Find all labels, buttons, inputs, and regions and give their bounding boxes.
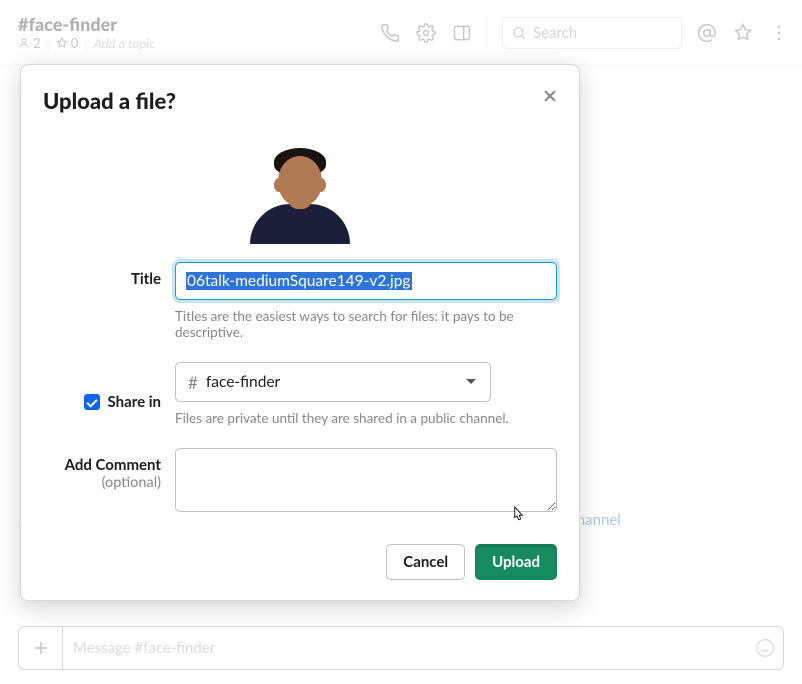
title-input[interactable]: 06talk-mediumSquare149-v2.jpg <box>175 262 557 300</box>
comment-optional-text: (optional) <box>43 474 161 491</box>
upload-button[interactable]: Upload <box>475 544 557 580</box>
comment-textarea[interactable] <box>175 448 557 512</box>
chevron-down-icon <box>466 379 476 384</box>
title-helper-text: Titles are the easiest ways to search fo… <box>175 308 557 340</box>
dialog-title: Upload a file? <box>43 87 557 114</box>
share-channel-select[interactable]: # face-finder <box>175 362 491 402</box>
comment-label-text: Add Comment <box>65 456 161 474</box>
preview-thumbnail <box>250 144 350 244</box>
share-checkbox[interactable] <box>84 394 100 410</box>
share-helper-text: Files are private until they are shared … <box>175 410 557 426</box>
close-button[interactable] <box>537 83 563 109</box>
title-label: Title <box>43 262 175 356</box>
upload-file-dialog: Upload a file? Title 06talk-mediumSquare… <box>20 64 580 601</box>
dialog-footer: Cancel Upload <box>43 544 557 580</box>
hash-icon: # <box>188 372 198 393</box>
share-label: Share in <box>108 393 162 411</box>
title-input-value: 06talk-mediumSquare149-v2.jpg <box>186 272 412 290</box>
share-channel-value: face-finder <box>206 373 280 391</box>
cancel-button[interactable]: Cancel <box>386 544 465 580</box>
comment-label: Add Comment (optional) <box>43 448 175 516</box>
close-icon <box>540 86 560 106</box>
file-preview <box>43 144 557 244</box>
